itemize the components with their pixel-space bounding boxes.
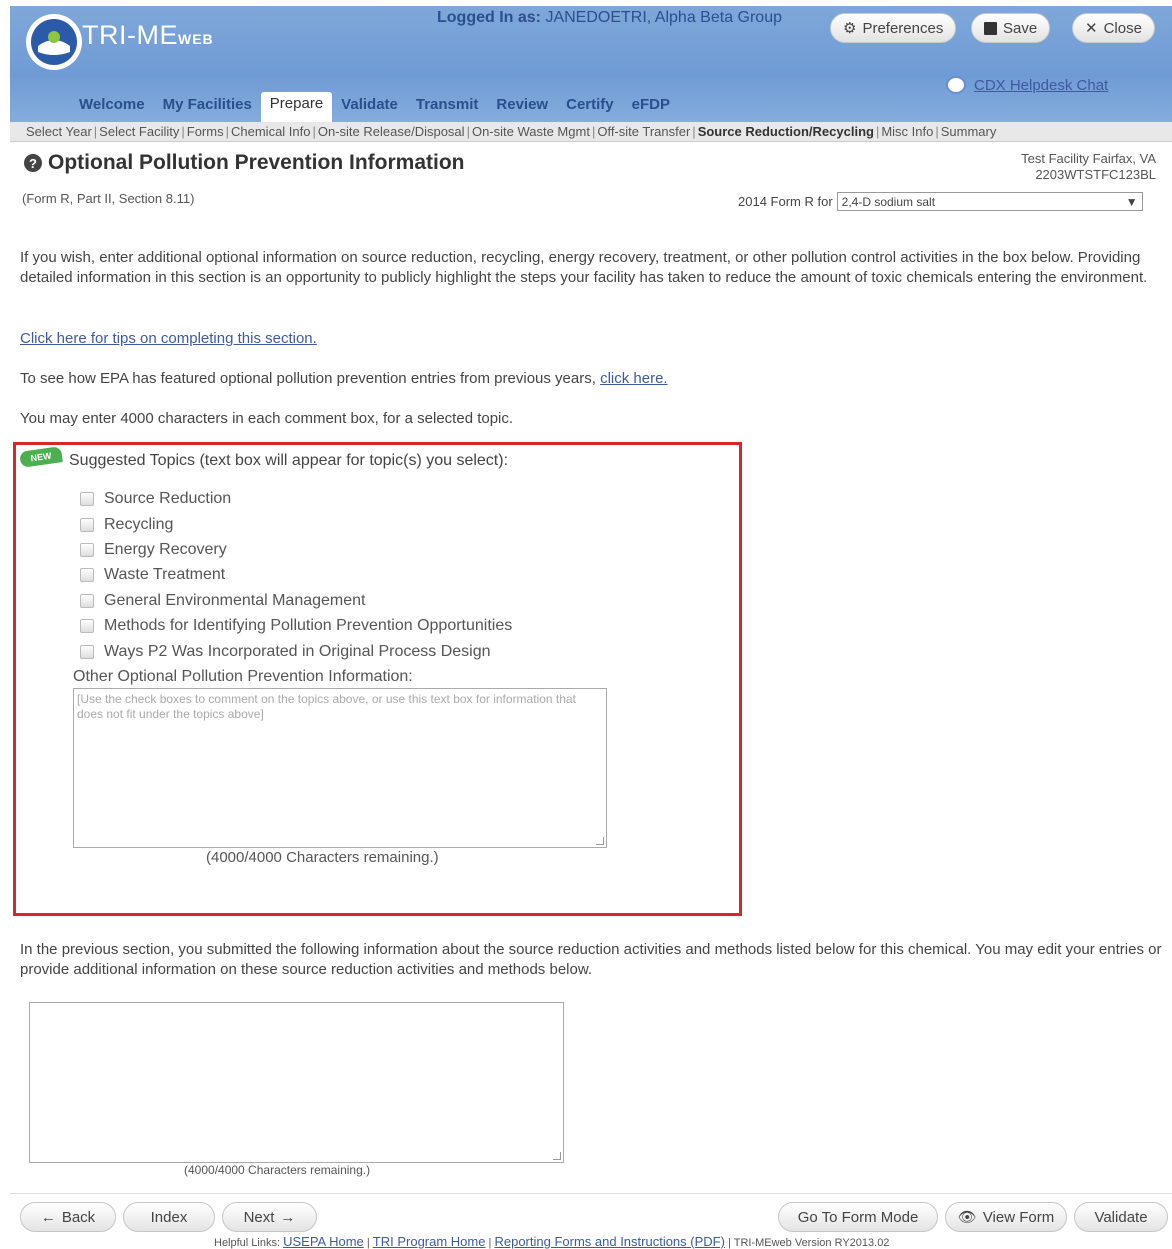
subnav-forms[interactable]: Forms — [187, 124, 224, 139]
helpdesk-chat[interactable]: CDX Helpdesk Chat — [946, 76, 1108, 94]
char-limit-note: You may enter 4000 characters in each co… — [20, 410, 514, 427]
helpful-links: Helpful Links: USEPA Home | TRI Program … — [214, 1234, 890, 1249]
subnav-misc-info[interactable]: Misc Info — [881, 124, 933, 139]
checkbox[interactable] — [80, 518, 94, 532]
tab-efdp[interactable]: eFDP — [623, 92, 679, 122]
checkbox[interactable] — [80, 568, 94, 582]
tri-program-home-link[interactable]: TRI Program Home — [373, 1234, 486, 1249]
tab-review[interactable]: Review — [487, 92, 557, 122]
page-title: ? Optional Pollution Prevention Informat… — [24, 151, 465, 175]
intro-paragraph: If you wish, enter additional optional i… — [20, 249, 1148, 286]
chemical-select[interactable]: 2,4-D sodium salt ▼ — [836, 192, 1143, 211]
tab-certify[interactable]: Certify — [557, 92, 623, 122]
next-button[interactable]: Next → — [222, 1202, 317, 1232]
topic-methods-identifying[interactable]: Methods for Identifying Pollution Preven… — [80, 617, 512, 635]
tab-transmit[interactable]: Transmit — [407, 92, 488, 122]
subnav-onsite-release[interactable]: On-site Release/Disposal — [318, 124, 465, 139]
subnav-select-year[interactable]: Select Year — [26, 124, 92, 139]
other-info-label: Other Optional Pollution Prevention Info… — [73, 668, 413, 685]
previous-section-text: In the previous section, you submitted t… — [20, 941, 1162, 978]
topic-ways-p2[interactable]: Ways P2 Was Incorporated in Original Pro… — [80, 643, 491, 661]
epa-logo-icon — [26, 14, 82, 70]
floppy-disk-icon — [984, 21, 997, 35]
topic-waste-treatment[interactable]: Waste Treatment — [80, 566, 225, 584]
view-form-button[interactable]: 👁 View Form — [945, 1202, 1067, 1232]
go-to-form-mode-button[interactable]: Go To Form Mode — [778, 1202, 938, 1232]
tab-welcome[interactable]: Welcome — [70, 92, 154, 122]
page-subtitle: (Form R, Part II, Section 8.11) — [22, 191, 195, 206]
arrow-left-icon: ← — [40, 1208, 56, 1226]
subnav-chemical-info[interactable]: Chemical Info — [231, 124, 310, 139]
source-reduction-textarea[interactable] — [29, 1002, 564, 1163]
eye-icon: 👁 — [957, 1209, 977, 1226]
helpdesk-chat-link[interactable]: CDX Helpdesk Chat — [974, 77, 1108, 94]
brand-title: TRI-MEWEB — [82, 20, 214, 50]
topic-general-env-mgmt[interactable]: General Environmental Management — [80, 592, 365, 610]
save-button[interactable]: Save — [971, 13, 1051, 43]
checkbox[interactable] — [80, 645, 94, 659]
tab-validate[interactable]: Validate — [332, 92, 407, 122]
header-bar: TRI-MEWEB Logged In as: JANEDOETRI, Alph… — [10, 6, 1172, 122]
help-question-icon[interactable]: ? — [24, 154, 42, 172]
other-info-textarea[interactable]: [Use the check boxes to comment on the t… — [73, 688, 607, 848]
tab-prepare[interactable]: Prepare — [260, 92, 333, 122]
featured-click-here-link[interactable]: click here. — [600, 370, 668, 387]
topic-recycling[interactable]: Recycling — [80, 516, 173, 534]
subnav-offsite-transfer[interactable]: Off-site Transfer — [597, 124, 690, 139]
subnav-select-facility[interactable]: Select Facility — [99, 124, 179, 139]
tips-paragraph: Click here for tips on completing this s… — [20, 329, 317, 349]
form-selector: 2014 Form R for 2,4-D sodium salt ▼ — [738, 192, 1143, 211]
footer-divider — [10, 1193, 1172, 1194]
usepa-home-link[interactable]: USEPA Home — [283, 1234, 364, 1249]
resize-grip-icon[interactable] — [553, 1152, 561, 1160]
subnav-source-reduction[interactable]: Source Reduction/Recycling — [698, 124, 874, 139]
sub-navigation: Select Year | Select Facility | Forms | Chemic… — [10, 122, 1172, 142]
arrow-right-icon: → — [280, 1208, 296, 1226]
gear-icon: ⚙ — [843, 20, 857, 37]
close-button[interactable]: ✕ Close — [1072, 13, 1155, 43]
tab-my-facilities[interactable]: My Facilities — [154, 92, 261, 122]
textarea-placeholder: [Use the check boxes to comment on the t… — [77, 692, 576, 721]
resize-grip-icon[interactable] — [596, 837, 604, 845]
close-icon: ✕ — [1085, 20, 1098, 37]
checkbox[interactable] — [80, 492, 94, 506]
index-button[interactable]: Index — [123, 1202, 215, 1232]
chat-bubble-icon — [946, 76, 966, 94]
checkbox[interactable] — [80, 543, 94, 557]
topic-energy-recovery[interactable]: Energy Recovery — [80, 541, 227, 559]
validate-button[interactable]: Validate — [1074, 1202, 1168, 1232]
dropdown-arrow-icon: ▼ — [1125, 194, 1138, 209]
main-tabs: Welcome My Facilities Prepare Validate T… — [70, 92, 679, 122]
chars-remaining-2: (4000/4000 Characters remaining.) — [184, 1163, 371, 1177]
back-button[interactable]: ← Back — [20, 1202, 116, 1232]
topic-source-reduction[interactable]: Source Reduction — [80, 490, 231, 508]
tips-link[interactable]: Click here for tips on completing this s… — [20, 330, 317, 347]
chars-remaining-1: (4000/4000 Characters remaining.) — [206, 849, 439, 866]
version-text: TRI-MEweb Version RY2013.02 — [733, 1237, 890, 1249]
reporting-forms-link[interactable]: Reporting Forms and Instructions (PDF) — [494, 1234, 724, 1249]
preferences-button[interactable]: ⚙ Preferences — [830, 13, 957, 43]
subnav-onsite-waste[interactable]: On-site Waste Mgmt — [472, 124, 590, 139]
logged-in-status: Logged In as: JANEDOETRI, Alpha Beta Gro… — [437, 9, 782, 26]
suggested-topics-heading: Suggested Topics (text box will appear f… — [69, 452, 509, 469]
featured-paragraph: To see how EPA has featured optional pol… — [20, 370, 668, 387]
subnav-summary[interactable]: Summary — [941, 124, 997, 139]
facility-info: Test Facility Fairfax, VA 2203WTSTFC123B… — [1021, 151, 1156, 182]
checkbox[interactable] — [80, 619, 94, 633]
checkbox[interactable] — [80, 594, 94, 608]
